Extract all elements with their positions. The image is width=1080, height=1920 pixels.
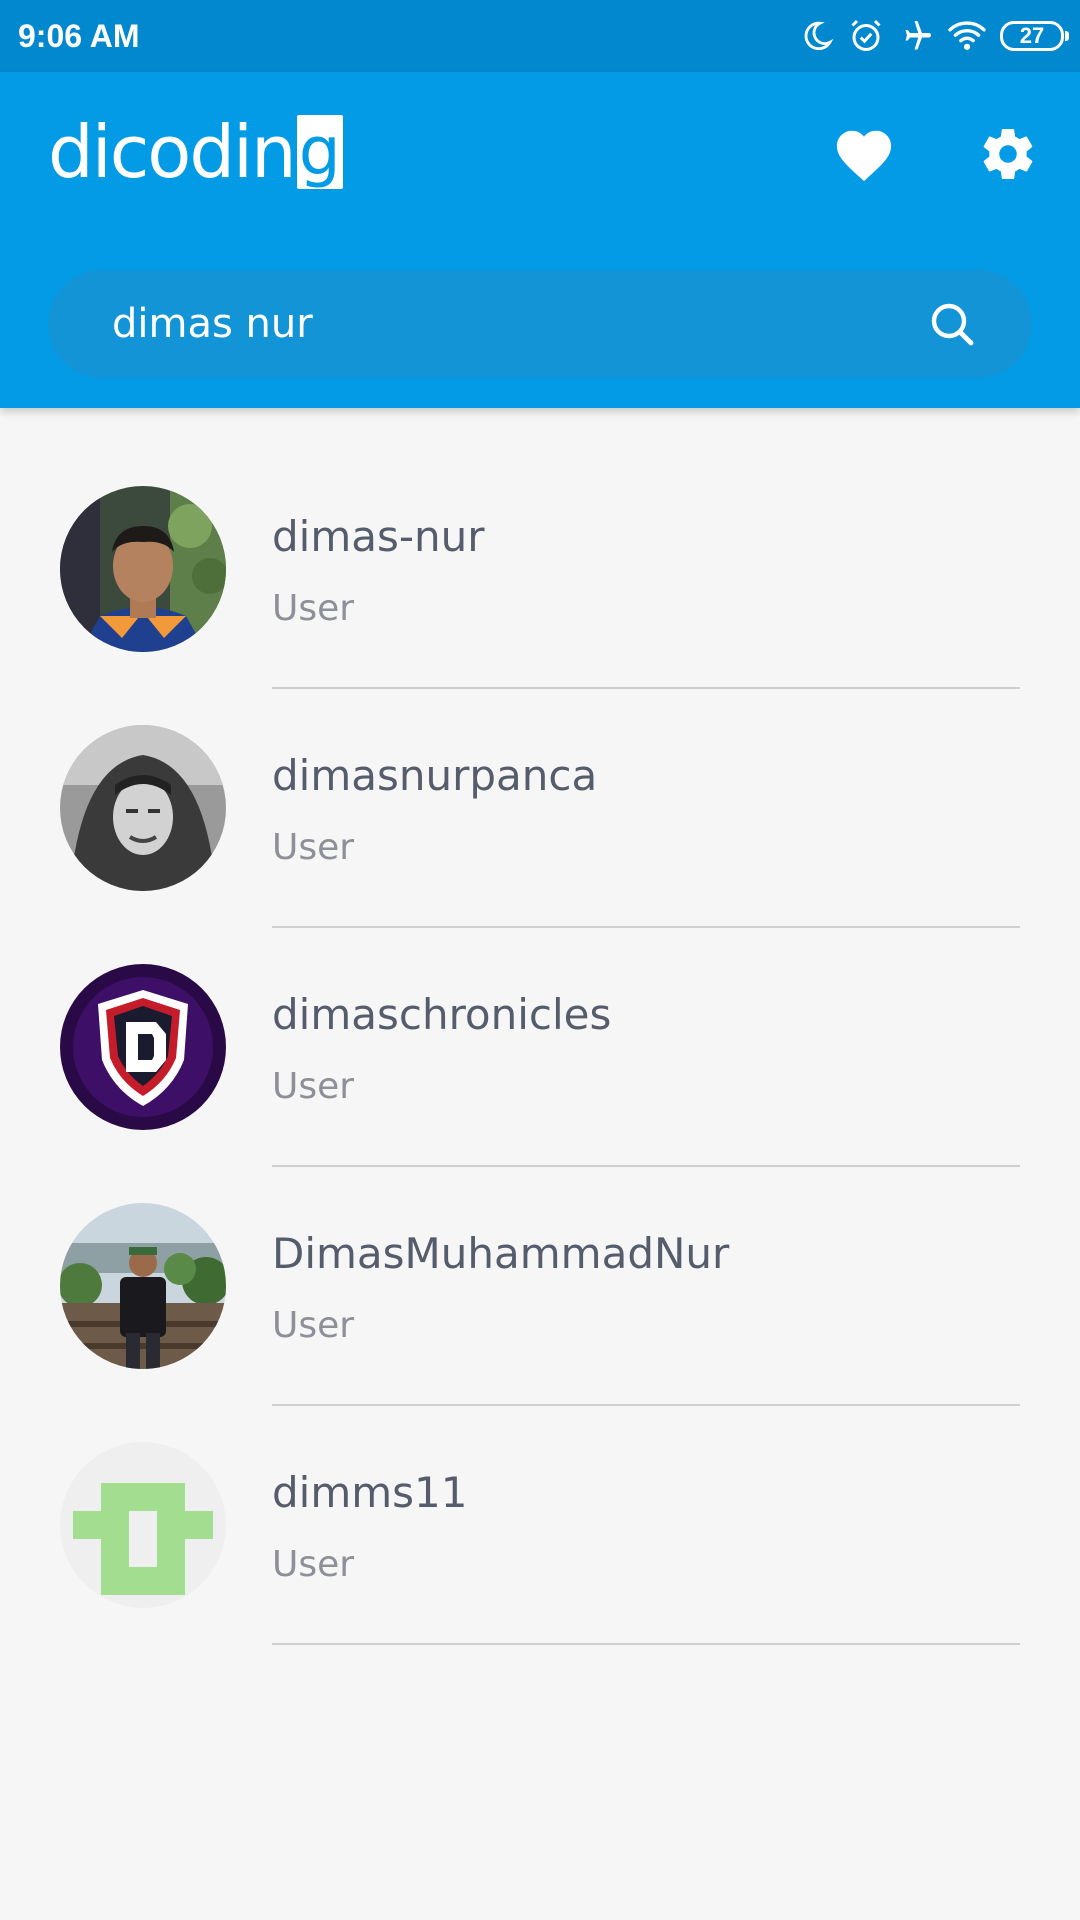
avatar bbox=[60, 1442, 226, 1608]
favorites-button[interactable] bbox=[828, 118, 900, 190]
list-item[interactable]: dimasnurpanca User bbox=[0, 647, 1080, 928]
list-item[interactable]: dimaschronicles User bbox=[0, 886, 1080, 1167]
user-list: dimas-nur User dimasnurpanca User dimasc… bbox=[0, 408, 1080, 1645]
search-input[interactable]: dimas nur bbox=[112, 270, 313, 378]
avatar bbox=[60, 964, 226, 1130]
logo-box-letter: g bbox=[296, 115, 343, 189]
list-item[interactable]: dimms11 User bbox=[0, 1364, 1080, 1645]
user-type: User bbox=[272, 827, 355, 868]
dicoding-logo: dicodin g bbox=[48, 112, 343, 192]
user-name: dimms11 bbox=[272, 1468, 468, 1517]
user-name: dimaschronicles bbox=[272, 990, 612, 1039]
list-item[interactable]: DimasMuhammadNur User bbox=[0, 1125, 1080, 1406]
status-time: 9:06 AM bbox=[18, 18, 140, 54]
logo-text: dicodin bbox=[48, 110, 297, 194]
user-type: User bbox=[272, 1544, 355, 1585]
divider bbox=[272, 1643, 1020, 1645]
gear-icon bbox=[983, 129, 1033, 180]
settings-button[interactable] bbox=[972, 118, 1044, 190]
user-name: DimasMuhammadNur bbox=[272, 1229, 730, 1278]
avatar bbox=[60, 486, 226, 652]
airplane-icon bbox=[898, 18, 934, 54]
status-bar: 9:06 AM 27 bbox=[0, 0, 1080, 72]
search-box[interactable]: dimas nur bbox=[48, 270, 1032, 378]
status-icons: 27 bbox=[800, 14, 1069, 58]
moon-icon bbox=[800, 19, 834, 53]
avatar bbox=[60, 1203, 226, 1369]
user-name: dimas-nur bbox=[272, 512, 485, 561]
wifi-icon bbox=[948, 19, 986, 53]
user-type: User bbox=[272, 1066, 355, 1107]
app-bar: dicodin g dimas nur bbox=[0, 72, 1080, 408]
avatar bbox=[60, 725, 226, 891]
alarm-icon bbox=[848, 18, 884, 54]
user-type: User bbox=[272, 588, 355, 629]
user-type: User bbox=[272, 1305, 355, 1346]
search-icon[interactable] bbox=[928, 300, 976, 348]
battery-icon: 27 bbox=[1000, 21, 1069, 51]
list-item[interactable]: dimas-nur User bbox=[0, 408, 1080, 689]
user-name: dimasnurpanca bbox=[272, 751, 598, 800]
heart-icon bbox=[836, 130, 892, 182]
